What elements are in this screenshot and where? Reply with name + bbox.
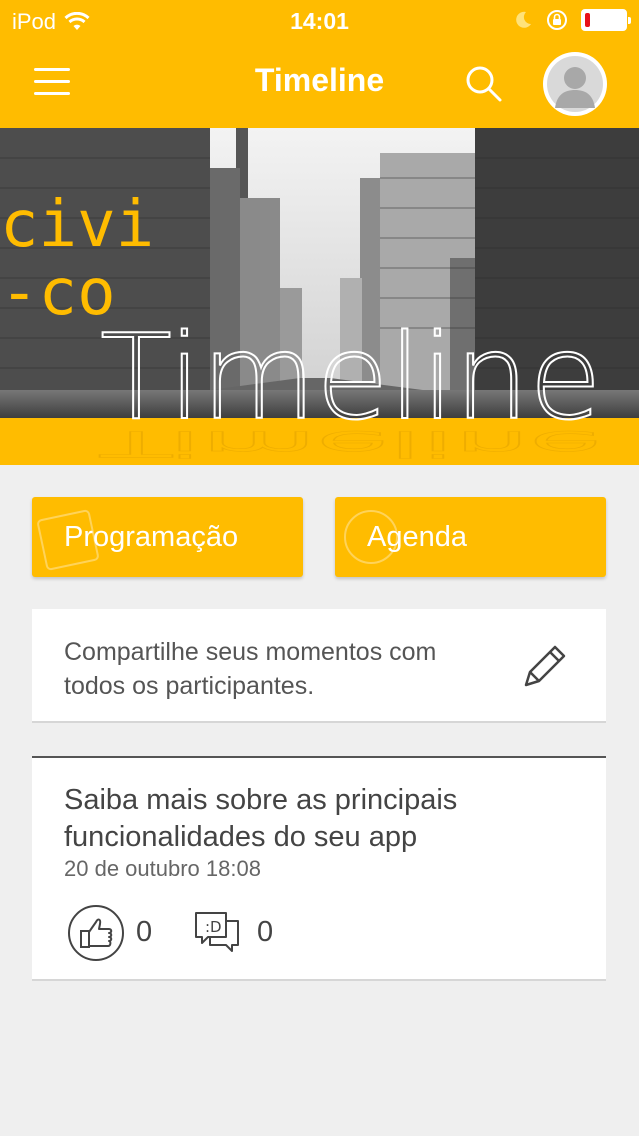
like-count: 0 — [136, 916, 153, 948]
search-icon[interactable] — [462, 62, 506, 106]
timeline-banner: civi -co Timeline Timeline — [0, 128, 639, 465]
user-avatar-icon[interactable] — [543, 52, 607, 116]
banner-image: civi -co Timeline Timeline — [0, 128, 639, 465]
comment-count: 0 — [257, 916, 274, 948]
moon-icon — [516, 11, 531, 28]
status-bar: iPod 14:01 — [0, 0, 639, 42]
agenda-button[interactable]: Agenda — [335, 497, 606, 577]
avatar-silhouette — [547, 56, 603, 112]
share-prompt: Compartilhe seus momentos com todos os p… — [64, 638, 437, 700]
banner-logo-line2: -co — [0, 256, 116, 330]
post-title: Saiba mais sobre as principais funcional… — [64, 784, 458, 853]
battery-icon — [581, 9, 631, 31]
programacao-label: Programação — [64, 521, 239, 553]
post-date: 20 de outubro 18:08 — [64, 856, 261, 881]
status-right — [513, 8, 631, 32]
comment-icon[interactable]: :D — [192, 909, 242, 955]
banner-logo-line1: civi — [0, 188, 154, 262]
banner-title-reflection: Timeline — [99, 423, 602, 464]
share-moments-card[interactable]: Compartilhe seus momentos com todos os p… — [32, 609, 606, 723]
programacao-button[interactable]: Programação — [32, 497, 303, 577]
battery-level — [585, 13, 590, 27]
nav-bar: Timeline — [0, 42, 639, 128]
pencil-icon[interactable] — [518, 641, 570, 693]
timeline-post-card[interactable]: Saiba mais sobre as principais funcional… — [32, 758, 606, 981]
svg-text::D: :D — [205, 918, 222, 936]
agenda-label: Agenda — [367, 521, 467, 553]
rotation-lock-icon — [547, 10, 567, 30]
top-bar: iPod 14:01 Timeline — [0, 0, 639, 128]
thumbs-up-icon[interactable] — [67, 904, 125, 962]
